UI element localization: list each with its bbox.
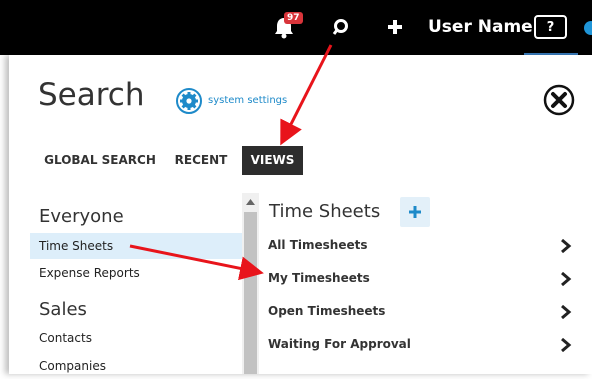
tab-views[interactable]: VIEWS <box>242 146 303 175</box>
plus-icon[interactable] <box>385 17 405 37</box>
page-title: Search <box>38 77 145 113</box>
tab-global-search[interactable]: GLOBAL SEARCH <box>44 146 156 175</box>
help-icon: ? <box>546 19 555 35</box>
views-title: Time Sheets <box>269 201 381 222</box>
plus-icon <box>409 206 421 218</box>
chevron-right-icon <box>561 239 572 253</box>
tab-recent[interactable]: RECENT <box>172 146 230 175</box>
view-label: My Timesheets <box>268 271 370 285</box>
list-item-companies[interactable]: Companies <box>30 353 242 379</box>
help-button[interactable]: ? <box>534 15 567 39</box>
scrollbar-thumb[interactable] <box>244 212 257 374</box>
notification-badge: 97 <box>284 12 303 24</box>
group-heading-everyone: Everyone <box>39 206 124 227</box>
view-row-waiting-for-approval[interactable]: Waiting For Approval <box>262 328 582 361</box>
scroll-up-arrow[interactable] <box>242 193 259 210</box>
list-item-expense-reports[interactable]: Expense Reports <box>30 260 242 286</box>
list-item-contacts[interactable]: Contacts <box>30 325 242 351</box>
user-name-menu[interactable]: User Name <box>428 17 533 37</box>
gear-icon[interactable] <box>175 87 203 115</box>
view-label: Waiting For Approval <box>268 337 411 351</box>
view-row-my-timesheets[interactable]: My Timesheets <box>262 262 582 295</box>
search-icon[interactable] <box>330 16 352 38</box>
system-settings-link[interactable]: system settings <box>208 95 287 106</box>
chevron-right-icon <box>561 305 572 319</box>
status-indicator <box>584 21 592 35</box>
view-row-all-timesheets[interactable]: All Timesheets <box>262 229 582 262</box>
close-icon[interactable] <box>543 84 575 116</box>
view-label: Open Timesheets <box>268 304 386 318</box>
view-label: All Timesheets <box>268 238 368 252</box>
chevron-right-icon <box>561 272 572 286</box>
view-row-open-timesheets[interactable]: Open Timesheets <box>262 295 582 328</box>
list-item-time-sheets[interactable]: Time Sheets <box>30 233 242 259</box>
triangle-up-icon <box>246 198 255 205</box>
add-view-button[interactable] <box>400 197 430 227</box>
group-heading-sales: Sales <box>39 299 87 320</box>
chevron-right-icon <box>561 338 572 352</box>
